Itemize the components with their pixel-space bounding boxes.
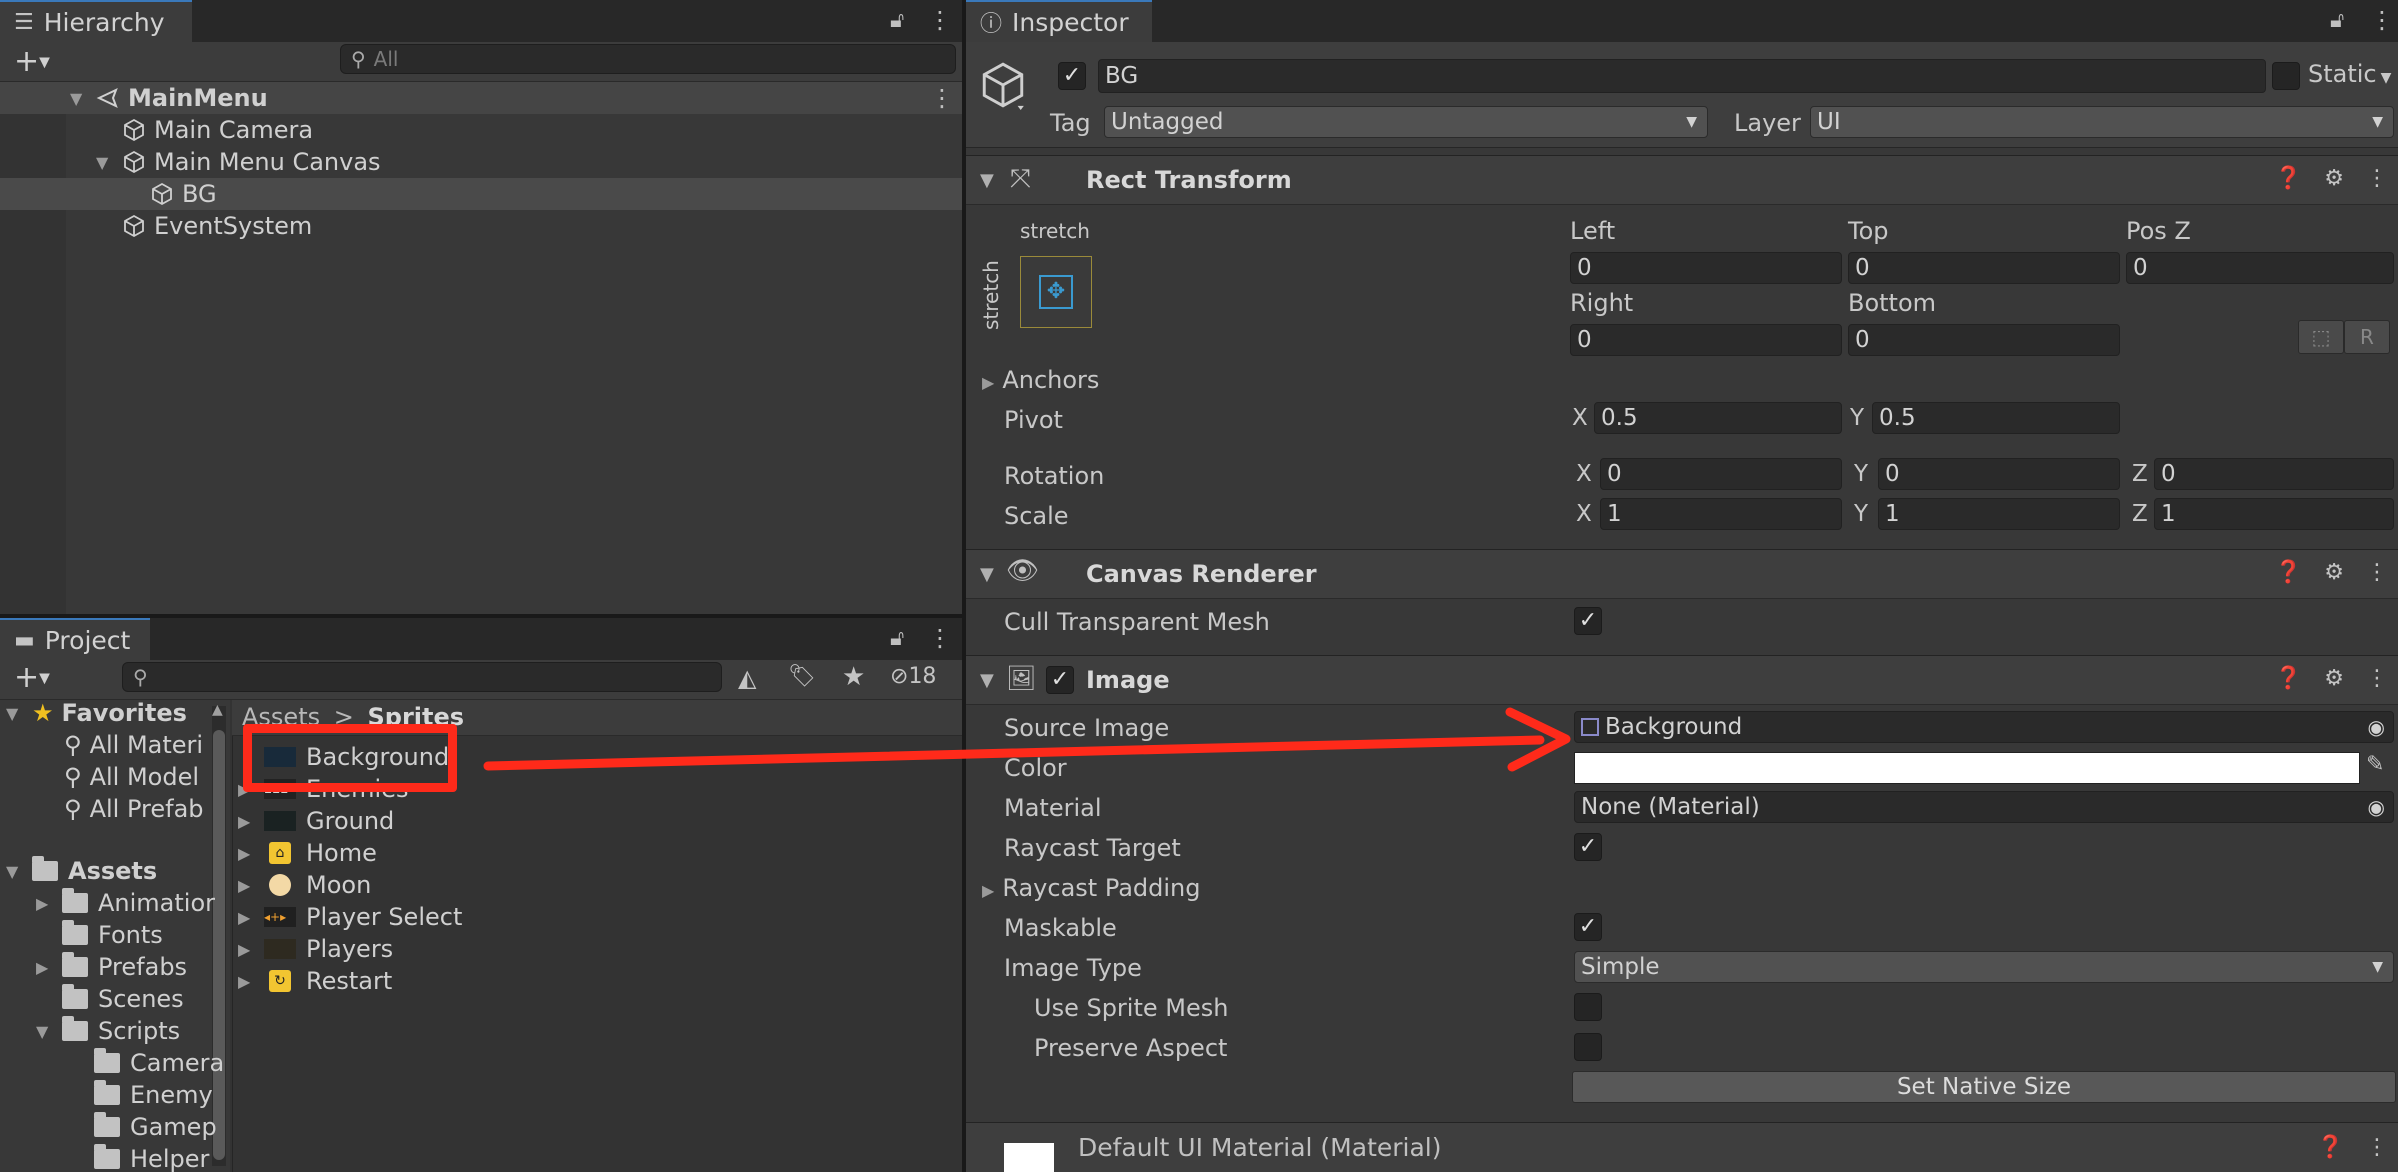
annotation-arrow [483,707,1571,772]
